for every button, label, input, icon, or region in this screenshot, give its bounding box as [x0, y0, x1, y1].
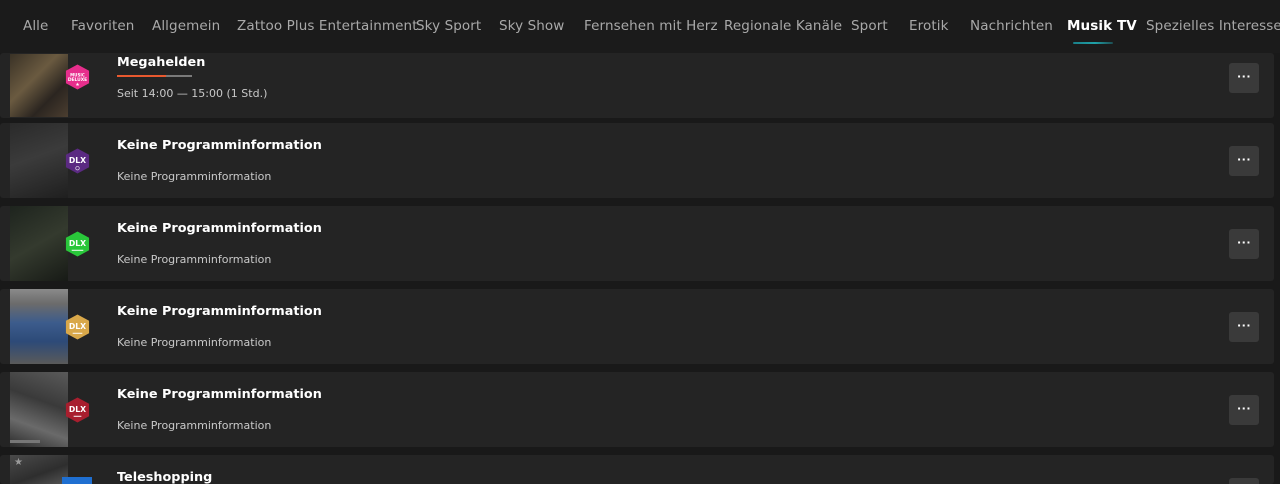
svg-text:DELUXE: DELUXE: [68, 77, 87, 83]
program-title: Keine Programminformation: [117, 138, 322, 153]
tab-zattoo-plus-entertainment[interactable]: Zattoo Plus Entertainment: [237, 18, 418, 34]
tab-erotik[interactable]: Erotik: [909, 18, 949, 34]
active-tab-indicator: [1073, 42, 1113, 44]
program-title: Keine Programminformation: [117, 304, 322, 319]
deluxe-logo-icon: MUSIC DELUXE ★: [64, 63, 91, 91]
svg-text:DLX: DLX: [69, 239, 86, 248]
channel-row[interactable]: MUSIC DELUXE ★ Megahelden Seit 14:00 — 1…: [0, 53, 1274, 118]
channel-thumbnail: DLX: [10, 372, 92, 447]
program-progress-fill: [117, 75, 166, 77]
program-description: Keine Programminformation: [117, 336, 272, 349]
tab-sky-show[interactable]: Sky Show: [499, 18, 564, 34]
channel-row[interactable]: DLX Keine Programminformation Keine Prog…: [0, 372, 1274, 447]
program-description: Keine Programminformation: [117, 253, 272, 266]
tab-spezielles-interesse[interactable]: Spezielles Interesse: [1146, 18, 1280, 34]
program-description: Keine Programminformation: [117, 170, 272, 183]
tab-alle[interactable]: Alle: [23, 18, 48, 34]
program-title: Teleshopping: [117, 470, 213, 484]
channel-thumbnail: MUSIC DELUXE ★: [10, 54, 92, 117]
more-options-button[interactable]: ···: [1229, 63, 1259, 93]
svg-text:MUSIC: MUSIC: [70, 73, 85, 78]
tab-allgemein[interactable]: Allgemein: [152, 18, 220, 34]
tab-fernsehen-mit-herz[interactable]: Fernsehen mit Herz: [584, 18, 718, 34]
channel-thumbnail: DLX: [10, 289, 92, 364]
dlx-logo-icon: DLX: [64, 147, 91, 175]
program-title: Keine Programminformation: [117, 387, 322, 402]
svg-text:DLX: DLX: [69, 405, 86, 414]
dlx-logo-icon: DLX: [64, 396, 91, 424]
channel-row[interactable]: DLX Keine Programminformation Keine Prog…: [0, 123, 1274, 198]
tab-sport[interactable]: Sport: [851, 18, 888, 34]
more-options-button[interactable]: ···: [1229, 312, 1259, 342]
tab-favoriten[interactable]: Favoriten: [71, 18, 134, 34]
channel-thumbnail: DLX: [10, 123, 92, 198]
channel-logo-icon: [62, 477, 92, 484]
dlx-logo-icon: DLX: [64, 230, 91, 258]
tab-musik-tv[interactable]: Musik TV: [1067, 18, 1137, 34]
dlx-logo-icon: DLX: [64, 313, 91, 341]
channel-progress-strip: [10, 440, 40, 443]
tab-nachrichten[interactable]: Nachrichten: [970, 18, 1053, 34]
tab-regionale-kanaele[interactable]: Regionale Kanäle: [724, 18, 842, 34]
more-options-button[interactable]: ···: [1229, 229, 1259, 259]
svg-text:DLX: DLX: [69, 156, 86, 165]
program-title: Keine Programminformation: [117, 221, 322, 236]
program-title: Megahelden: [117, 55, 206, 70]
category-tab-bar: Alle Favoriten Allgemein Zattoo Plus Ent…: [0, 0, 1280, 53]
tab-sky-sport[interactable]: Sky Sport: [416, 18, 481, 34]
program-time: Seit 14:00 — 15:00 (1 Std.): [117, 87, 268, 100]
program-description: Keine Programminformation: [117, 419, 272, 432]
channel-row[interactable]: DLX Keine Programminformation Keine Prog…: [0, 289, 1274, 364]
program-progress-bar: [117, 75, 192, 77]
star-icon[interactable]: ★: [14, 457, 23, 468]
more-options-button[interactable]: ···: [1229, 478, 1259, 484]
more-options-button[interactable]: ···: [1229, 146, 1259, 176]
svg-text:DLX: DLX: [69, 322, 86, 331]
channel-thumbnail: ★: [10, 455, 92, 484]
svg-text:★: ★: [75, 82, 79, 88]
channel-row[interactable]: ★ Teleshopping ···: [0, 455, 1274, 484]
channel-thumbnail: DLX: [10, 206, 92, 281]
more-options-button[interactable]: ···: [1229, 395, 1259, 425]
channel-row[interactable]: DLX Keine Programminformation Keine Prog…: [0, 206, 1274, 281]
